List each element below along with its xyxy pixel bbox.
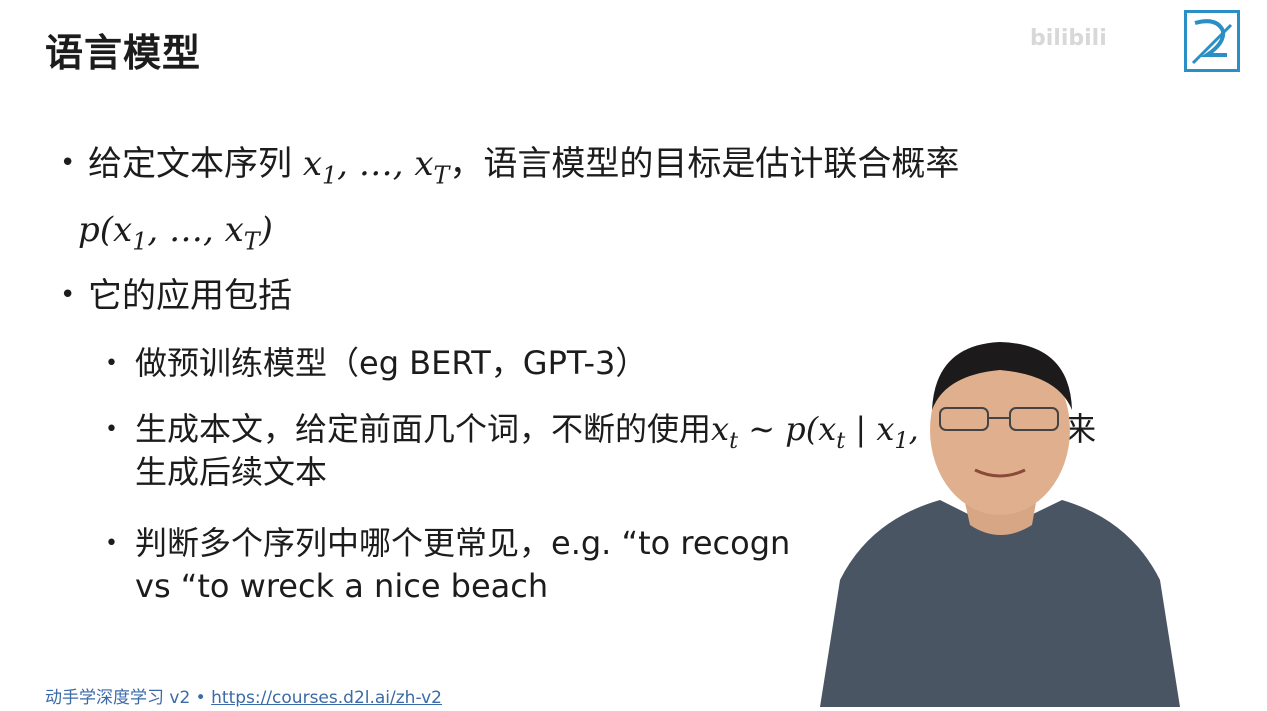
formula-sequence: x1, …, xT <box>302 144 450 190</box>
bullet-dot: • <box>105 417 118 442</box>
footer-link[interactable]: https://courses.d2l.ai/zh-v2 <box>211 688 442 708</box>
bullet-applications: • 它的应用包括 <box>60 274 292 318</box>
bullet-dot: • <box>105 531 118 556</box>
bullet-dot: • <box>60 280 76 310</box>
sub-bullet-compare: • 判断多个序列中哪个更常见，e.g. “to recogn vs “to wre… <box>105 522 790 608</box>
sub-bullet-text-line2: vs “to wreck a nice beach <box>135 567 549 606</box>
sub-bullet-text: 做预训练模型（eg BERT，GPT-3） <box>135 344 648 382</box>
bullet-joint-probability: • 给定文本序列 x1, …, xT，语言模型的目标是估计联合概率 <box>60 142 960 190</box>
presenter-video <box>800 330 1200 707</box>
sub-bullet-text: 判断多个序列中哪个更常见，e.g. “to recogn <box>135 524 791 562</box>
formula-joint: p(x1, …, xT) <box>78 210 273 256</box>
bullet-text: 它的应用包括 <box>88 276 292 316</box>
footer-text: 动手学深度学习 v2 • <box>45 688 212 708</box>
d2l-logo-icon <box>1184 10 1240 72</box>
bullet-dot: • <box>60 148 76 178</box>
bullet-text-mid: ，语言模型的目标是估计联合概率 <box>449 144 960 184</box>
sub-bullet-pretrain: • 做预训练模型（eg BERT，GPT-3） <box>105 342 647 385</box>
footer: 动手学深度学习 v2 • https://courses.d2l.ai/zh-v… <box>45 683 442 708</box>
bullet-dot: • <box>105 351 118 376</box>
sub-bullet-text: 生成本文，给定前面几个词，不断的使用 <box>135 410 712 448</box>
bullet-text: 给定文本序列 <box>88 144 292 184</box>
bilibili-watermark: bilibili <box>1030 26 1107 51</box>
slide-title: 语言模型 <box>45 31 202 75</box>
